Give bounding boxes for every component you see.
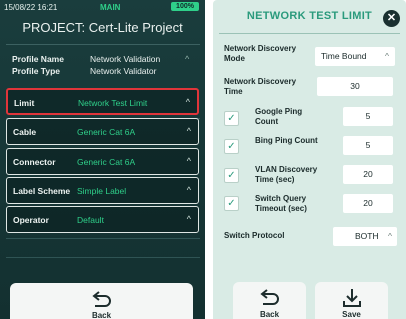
profile-type-value: Network Validator xyxy=(90,66,157,76)
operator-label: Operator xyxy=(13,215,49,225)
back-arrow-icon xyxy=(92,291,111,307)
back-button[interactable]: Back xyxy=(233,282,306,319)
bing-ping-input[interactable]: 5 xyxy=(343,136,393,155)
limit-label: Limit xyxy=(14,98,35,108)
divider xyxy=(6,257,200,258)
network-test-limit-panel: NETWORK TEST LIMIT ✕ Network Discovery M… xyxy=(213,0,406,319)
connector-value: Generic Cat 6A xyxy=(77,157,136,167)
save-download-icon xyxy=(343,289,361,307)
back-label: Back xyxy=(259,310,280,319)
label-scheme-label: Label Scheme xyxy=(13,186,71,196)
profile-section[interactable]: Profile Name Network Validation Profile … xyxy=(6,48,200,88)
label-scheme-value: Simple Label xyxy=(77,186,127,196)
chevron-up-icon: ^ xyxy=(186,214,191,224)
discovery-mode-value: Time Bound xyxy=(321,51,367,61)
chevron-up-icon: ^ xyxy=(385,51,389,61)
switch-query-checkbox[interactable]: ✓ xyxy=(224,196,239,211)
panel-title: NETWORK TEST LIMIT xyxy=(246,10,373,22)
project-title: PROJECT: Cert-Lite Project xyxy=(22,20,183,35)
back-label: Back xyxy=(91,311,112,319)
vlan-discovery-label: VLAN Discovery Time (sec) xyxy=(255,165,318,184)
operator-value: Default xyxy=(77,215,104,225)
discovery-mode-label: Network Discovery Mode xyxy=(224,44,297,63)
limit-value: Network Test Limit xyxy=(78,98,148,108)
cable-label: Cable xyxy=(13,127,37,137)
vlan-discovery-input[interactable]: 20 xyxy=(343,165,393,184)
chevron-up-icon: ^ xyxy=(185,54,190,64)
cable-selector[interactable]: Cable Generic Cat 6A ^ xyxy=(6,118,199,145)
google-ping-input[interactable]: 5 xyxy=(343,107,393,126)
divider xyxy=(6,238,200,239)
close-icon: ✕ xyxy=(386,12,397,24)
divider xyxy=(219,33,400,34)
switch-protocol-dropdown[interactable]: BOTH ^ xyxy=(333,227,397,246)
switch-protocol-value: BOTH xyxy=(355,231,379,241)
chevron-up-icon: ^ xyxy=(185,97,190,107)
switch-query-input[interactable]: 20 xyxy=(343,194,393,213)
chevron-up-icon: ^ xyxy=(186,185,191,195)
label-scheme-selector[interactable]: Label Scheme Simple Label ^ xyxy=(6,177,199,204)
project-panel: 15/08/22 16:21 MAIN 100% PROJECT: Cert-L… xyxy=(0,0,205,319)
limit-selector[interactable]: Limit Network Test Limit ^ xyxy=(6,88,199,115)
vlan-checkbox[interactable]: ✓ xyxy=(224,168,239,183)
back-button[interactable]: Back xyxy=(10,283,193,319)
status-time: 15/08/22 16:21 xyxy=(4,3,58,12)
connector-selector[interactable]: Connector Generic Cat 6A ^ xyxy=(6,148,199,175)
divider xyxy=(6,44,200,45)
profile-name-value: Network Validation xyxy=(90,54,161,64)
status-app-name: MAIN xyxy=(100,3,121,12)
discovery-time-label: Network Discovery Time xyxy=(224,77,297,96)
chevron-up-icon: ^ xyxy=(186,126,191,136)
switch-query-label: Switch Query Timeout (sec) xyxy=(255,194,307,213)
discovery-mode-dropdown[interactable]: Time Bound ^ xyxy=(315,47,395,66)
profile-name-label: Profile Name xyxy=(12,54,64,64)
bing-checkbox[interactable]: ✓ xyxy=(224,139,239,154)
status-bar: 15/08/22 16:21 MAIN 100% xyxy=(0,0,205,14)
save-button[interactable]: Save xyxy=(315,282,388,319)
bing-ping-label: Bing Ping Count xyxy=(255,136,318,145)
save-label: Save xyxy=(342,310,361,319)
close-button[interactable]: ✕ xyxy=(383,10,400,27)
google-checkbox[interactable]: ✓ xyxy=(224,111,239,126)
switch-protocol-label: Switch Protocol xyxy=(224,231,285,240)
chevron-up-icon: ^ xyxy=(388,231,392,241)
connector-label: Connector xyxy=(13,157,56,167)
discovery-time-input[interactable]: 30 xyxy=(317,77,393,96)
cable-value: Generic Cat 6A xyxy=(77,127,136,137)
profile-type-label: Profile Type xyxy=(12,66,61,76)
chevron-up-icon: ^ xyxy=(186,156,191,166)
operator-selector[interactable]: Operator Default ^ xyxy=(6,206,199,233)
battery-indicator: 100% xyxy=(171,2,199,11)
back-arrow-icon xyxy=(260,289,279,305)
google-ping-label: Google Ping Count xyxy=(255,107,303,126)
